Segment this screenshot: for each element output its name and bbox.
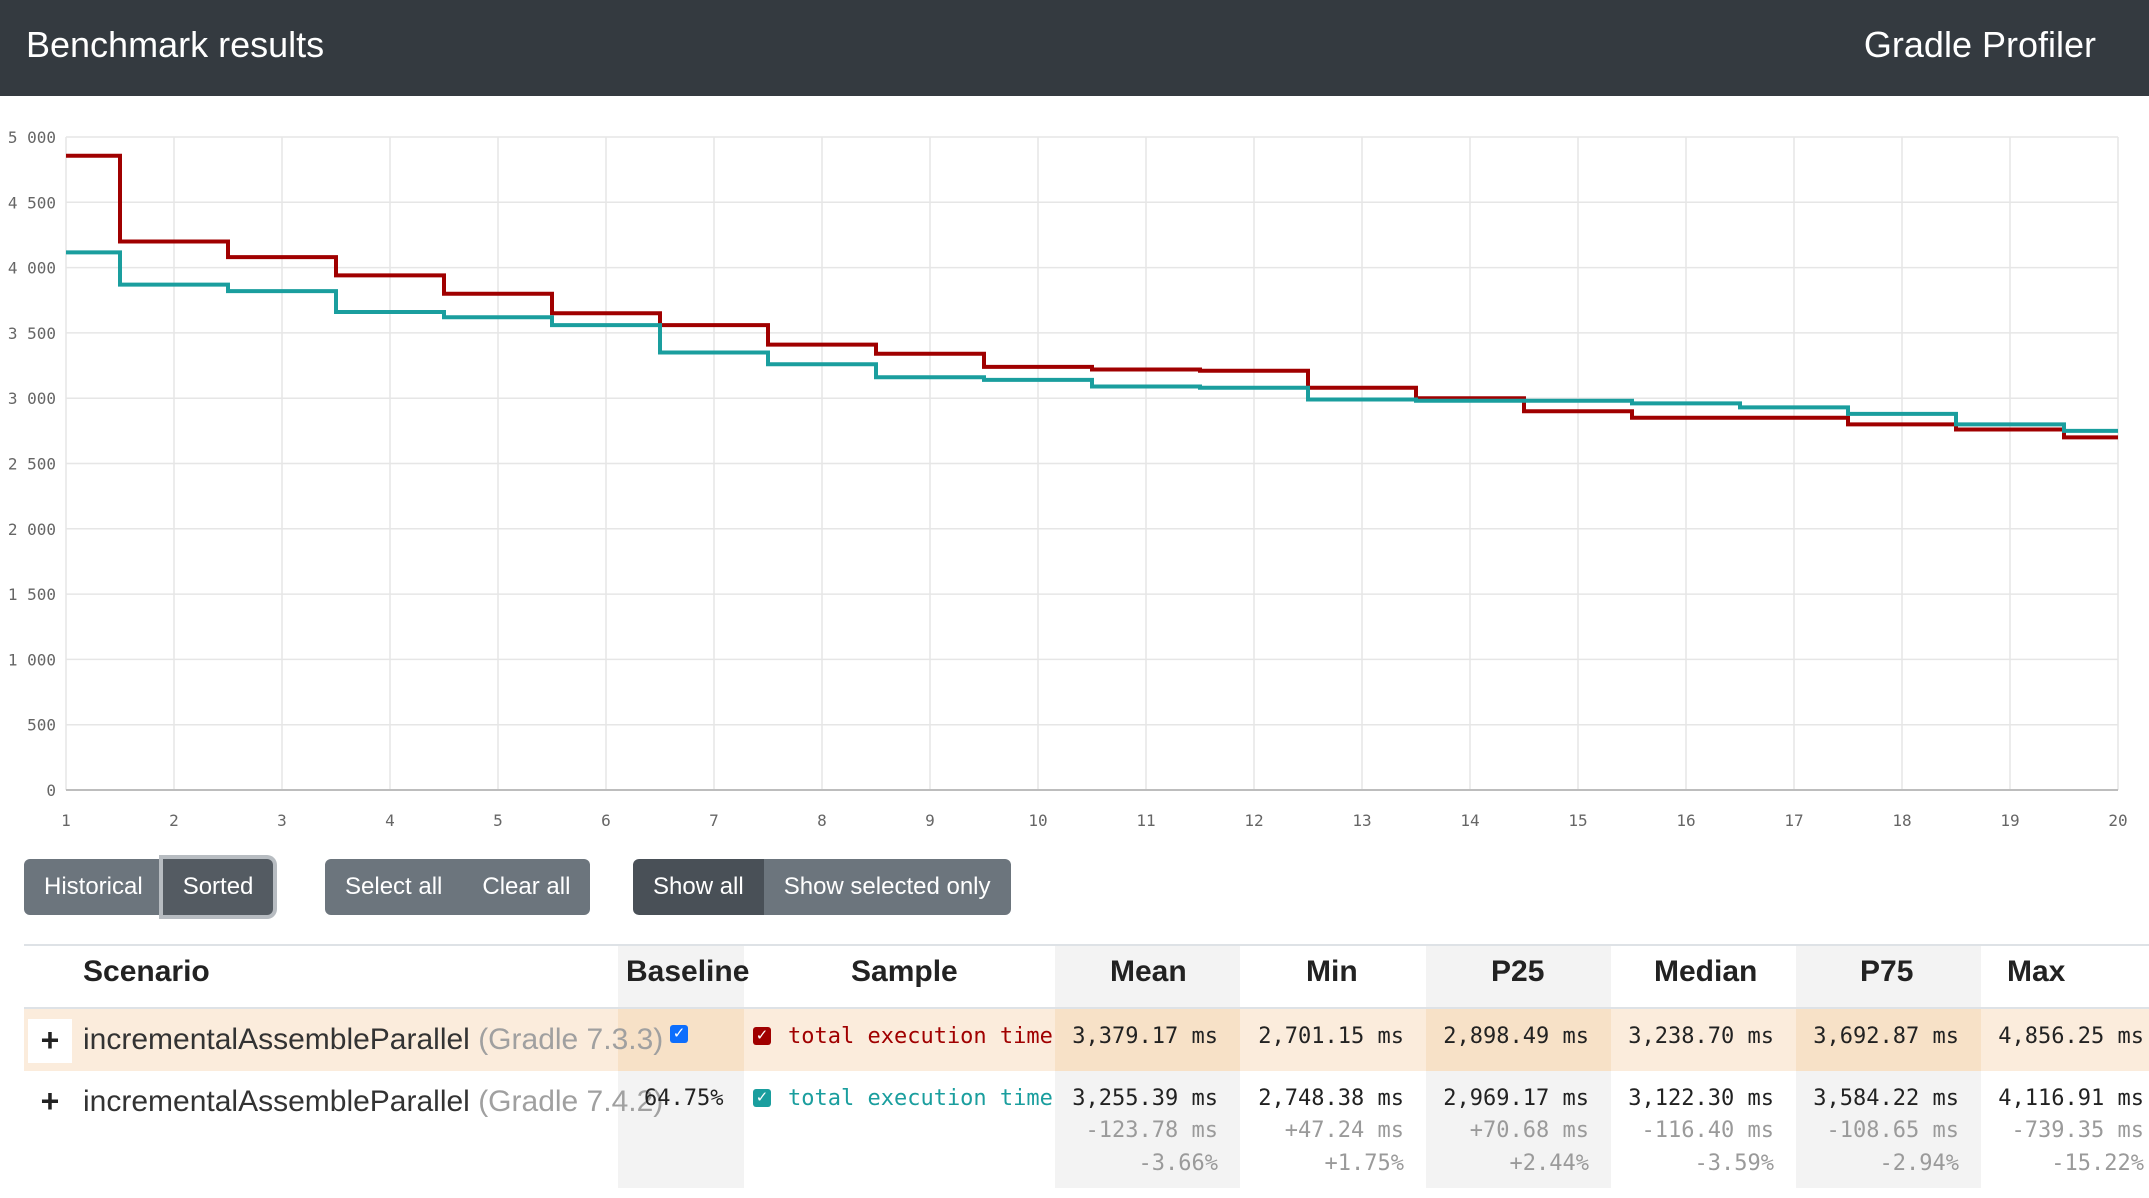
- p25-diff: +70.68 ms: [1469, 1118, 1589, 1143]
- y-tick-label: 2 500: [8, 455, 56, 474]
- x-tick-label: 16: [1676, 811, 1695, 830]
- x-tick-label: 15: [1568, 811, 1587, 830]
- scenario-label: incrementalAssembleParallel: [83, 1023, 470, 1056]
- x-tick-label: 4: [385, 811, 395, 830]
- scenario-name: incrementalAssembleParallel (Gradle 7.4.…: [83, 1085, 663, 1119]
- chart-series: [66, 153, 2118, 440]
- sample-checkbox[interactable]: ✓: [753, 1089, 771, 1107]
- y-tick-label: 500: [27, 716, 56, 735]
- x-tick-label: 14: [1460, 811, 1479, 830]
- max-pct: -15.22%: [2051, 1151, 2144, 1176]
- median-value: 3,238.70 ms: [1628, 1024, 1774, 1049]
- x-tick-label: 2: [169, 811, 179, 830]
- sample-checkbox[interactable]: ✓: [753, 1027, 771, 1045]
- x-tick-label: 11: [1136, 811, 1155, 830]
- benchmark-chart: 0 500 1 000 1 500 2 000 2 500 3 000 3 500 4 000 4…: [8, 128, 2128, 830]
- baseline-percent: 64.75%: [644, 1086, 724, 1111]
- header-scenario: Scenario: [83, 955, 210, 988]
- x-tick-label: 13: [1352, 811, 1371, 830]
- x-tick-label: 3: [277, 811, 287, 830]
- p25-pct: +2.44%: [1509, 1151, 1589, 1176]
- x-tick-label: 10: [1028, 811, 1047, 830]
- x-tick-label: 12: [1244, 811, 1263, 830]
- mean-value: 3,255.39 ms: [1072, 1086, 1218, 1111]
- scenario-name: incrementalAssembleParallel (Gradle 7.3.…: [83, 1023, 663, 1057]
- x-tick-label: 7: [709, 811, 719, 830]
- y-tick-label: 3 500: [8, 324, 56, 343]
- mean-value: 3,379.17 ms: [1072, 1024, 1218, 1049]
- sample-label: total execution time: [788, 1086, 1053, 1111]
- x-tick-label: 5: [493, 811, 503, 830]
- sorted-button[interactable]: Sorted: [162, 859, 274, 915]
- historical-button[interactable]: Historical: [24, 859, 163, 915]
- table-header-rule: [24, 1007, 2149, 1009]
- header-median: Median: [1654, 955, 1758, 988]
- x-tick-label: 17: [1784, 811, 1803, 830]
- sample-label: total execution time: [788, 1024, 1053, 1049]
- y-tick-label: 1 500: [8, 585, 56, 604]
- p75-value: 3,584.22 ms: [1813, 1086, 1959, 1111]
- min-diff: +47.24 ms: [1284, 1118, 1404, 1143]
- page-title: Benchmark results: [26, 24, 325, 65]
- header-baseline: Baseline: [626, 955, 750, 988]
- header-max: Max: [2007, 955, 2066, 988]
- y-tick-label: 3 000: [8, 389, 56, 408]
- y-tick-label: 2 000: [8, 520, 56, 539]
- baseline-checkbox[interactable]: ✓: [670, 1025, 688, 1043]
- y-tick-label: 4 000: [8, 259, 56, 278]
- max-diff: -739.35 ms: [2011, 1118, 2144, 1143]
- expand-row-button[interactable]: +: [28, 1019, 72, 1063]
- header-p75: P75: [1860, 955, 1914, 988]
- x-tick-label: 1: [61, 811, 71, 830]
- header-mean: Mean: [1110, 955, 1187, 988]
- p25-value: 2,969.17 ms: [1443, 1086, 1589, 1111]
- x-tick-label: 6: [601, 811, 611, 830]
- series-line-1: [66, 153, 2118, 440]
- x-tick-label: 8: [817, 811, 827, 830]
- show-all-button[interactable]: Show all: [633, 859, 764, 915]
- expand-row-button[interactable]: +: [28, 1080, 72, 1124]
- max-value: 4,116.91 ms: [1998, 1086, 2144, 1111]
- view-mode-toggle: Historical Sorted: [24, 859, 274, 915]
- median-value: 3,122.30 ms: [1628, 1086, 1774, 1111]
- gradle-version: (Gradle 7.3.3): [478, 1023, 664, 1056]
- p75-diff: -108.65 ms: [1826, 1118, 1959, 1143]
- clear-all-button[interactable]: Clear all: [462, 859, 591, 915]
- series-line-2: [66, 250, 2118, 433]
- brand-name: Gradle Profiler: [1863, 24, 2096, 65]
- y-tick-label: 4 500: [8, 193, 56, 212]
- y-tick-label: 1 000: [8, 650, 56, 669]
- y-tick-label: 0: [46, 781, 56, 800]
- table-top-rule: [24, 944, 2149, 946]
- median-diff: -116.40 ms: [1641, 1118, 1774, 1143]
- min-value: 2,701.15 ms: [1258, 1024, 1404, 1049]
- p75-pct: -2.94%: [1879, 1151, 1959, 1176]
- x-tick-label: 9: [925, 811, 935, 830]
- top-navbar: Benchmark results Gradle Profiler: [0, 0, 2149, 96]
- chart-grid: [65, 136, 2119, 791]
- header-p25: P25: [1491, 955, 1545, 988]
- selection-buttons: Select all Clear all: [325, 859, 591, 915]
- gradle-version: (Gradle 7.4.2): [478, 1085, 664, 1118]
- min-pct: +1.75%: [1324, 1151, 1404, 1176]
- p25-value: 2,898.49 ms: [1443, 1024, 1589, 1049]
- x-tick-label: 20: [2108, 811, 2127, 830]
- p75-value: 3,692.87 ms: [1813, 1024, 1959, 1049]
- scenario-label: incrementalAssembleParallel: [83, 1085, 470, 1118]
- max-value: 4,856.25 ms: [1998, 1024, 2144, 1049]
- y-tick-label: 5 000: [8, 128, 56, 147]
- x-tick-label: 19: [2000, 811, 2019, 830]
- mean-diff: -123.78 ms: [1085, 1118, 1218, 1143]
- filter-buttons: Show all Show selected only: [633, 859, 1011, 915]
- show-selected-only-button[interactable]: Show selected only: [763, 859, 1011, 915]
- median-pct: -3.59%: [1694, 1151, 1774, 1176]
- mean-pct: -3.66%: [1138, 1151, 1218, 1176]
- x-tick-label: 18: [1892, 811, 1911, 830]
- select-all-button[interactable]: Select all: [325, 859, 463, 915]
- header-min: Min: [1306, 955, 1358, 988]
- min-value: 2,748.38 ms: [1258, 1086, 1404, 1111]
- header-sample: Sample: [851, 955, 958, 988]
